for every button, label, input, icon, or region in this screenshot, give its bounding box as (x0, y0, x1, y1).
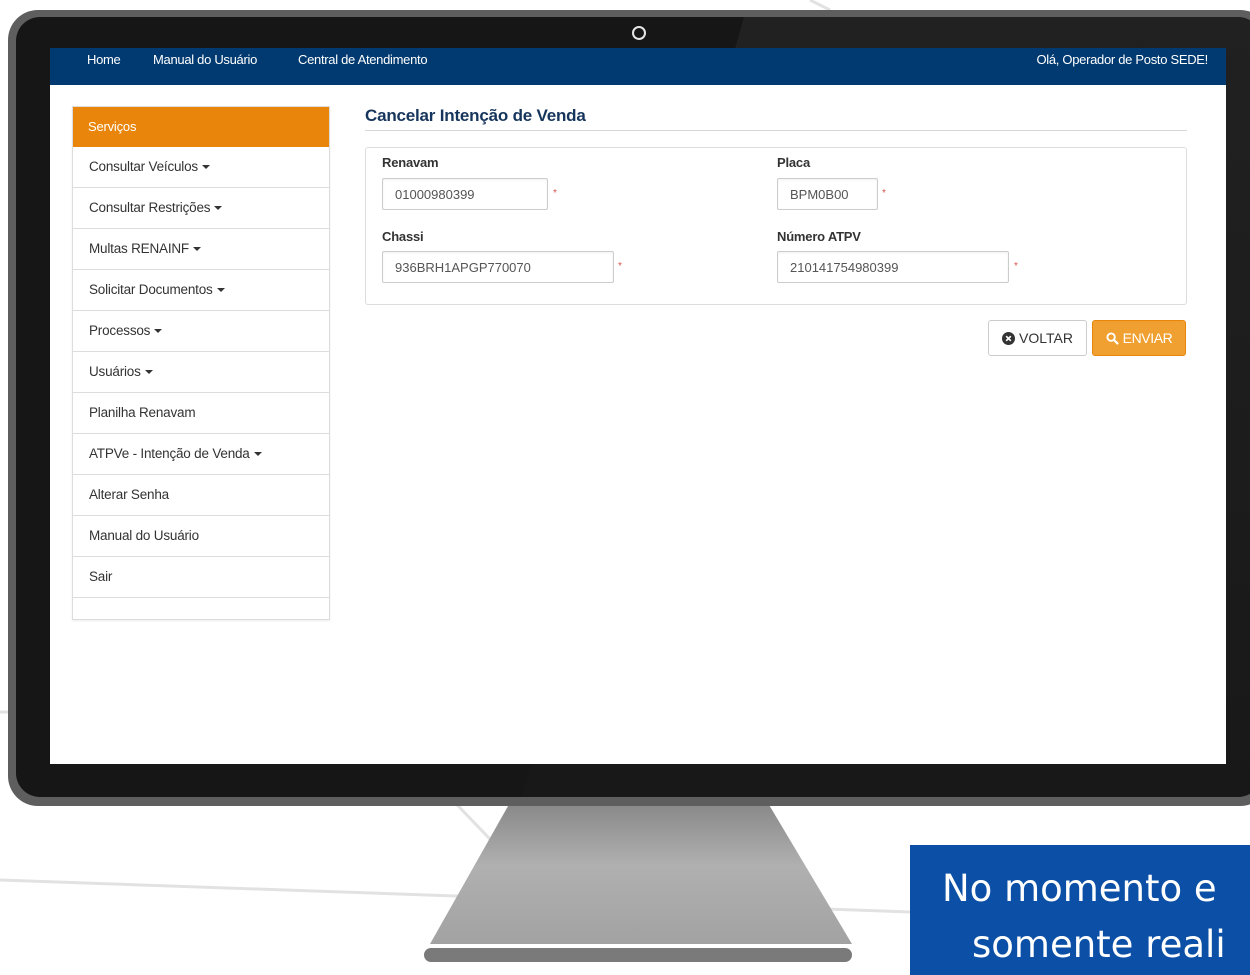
webcam-icon (632, 26, 646, 40)
enviar-label: ENVIAR (1122, 330, 1173, 346)
sidebar-item-consultar-veiculos[interactable]: Consultar Veículos (73, 147, 329, 188)
caret-down-icon (154, 329, 163, 334)
sidebar-item-label: Sair (89, 569, 113, 584)
renavam-input[interactable] (382, 178, 548, 210)
form-panel: Renavam * Placa * Chassi * Número ATPV * (365, 147, 1187, 305)
sidebar-item-label: Multas RENAINF (89, 241, 189, 256)
renavam-label: Renavam (382, 155, 439, 170)
circle-x-icon (1002, 331, 1016, 345)
user-greeting: Olá, Operador de Posto SEDE! (1036, 52, 1208, 67)
caption-line-2: somente reali (972, 923, 1226, 966)
enviar-button[interactable]: ENVIAR (1092, 320, 1186, 356)
caret-down-icon (201, 165, 210, 170)
numero-atpv-label: Número ATPV (777, 229, 861, 244)
voltar-label: VOLTAR (1019, 330, 1073, 346)
nav-home-link[interactable]: Home (87, 52, 121, 67)
sidebar-header[interactable]: Serviços (73, 107, 329, 147)
sidebar-item-solicitar-documentos[interactable]: Solicitar Documentos (73, 270, 329, 311)
caret-down-icon (144, 370, 153, 375)
chassi-required-mark: * (618, 261, 622, 272)
renavam-required-mark: * (553, 188, 557, 199)
sidebar-item-label: Usuários (89, 364, 141, 379)
sidebar-item-label: ATPVe - Intenção de Venda (89, 446, 250, 461)
placa-input[interactable] (777, 178, 878, 210)
sidebar-item-alterar-senha[interactable]: Alterar Senha (73, 475, 329, 516)
placa-label: Placa (777, 155, 810, 170)
nav-manual-link[interactable]: Manual do Usuário (153, 52, 257, 67)
caret-down-icon (192, 247, 201, 252)
sidebar-item-planilha-renavam[interactable]: Planilha Renavam (73, 393, 329, 434)
sidebar-item-label: Manual do Usuário (89, 528, 199, 543)
caret-down-icon (214, 206, 223, 211)
sidebar-item-manual-do-usuario[interactable]: Manual do Usuário (73, 516, 329, 557)
page-title: Cancelar Intenção de Venda (365, 106, 586, 125)
caption-box: No momento e somente reali (910, 845, 1250, 975)
services-sidebar: Serviços Consultar Veículos Consultar Res… (72, 106, 330, 620)
sidebar-item-label: Consultar Restrições (89, 200, 211, 215)
sidebar-item-usuarios[interactable]: Usuários (73, 352, 329, 393)
sidebar-item-sair[interactable]: Sair (73, 557, 329, 598)
sidebar-item-label: Alterar Senha (89, 487, 169, 502)
caret-down-icon (216, 288, 225, 293)
caption-line-1: No momento e (942, 867, 1217, 910)
sidebar-item-multas-renainf[interactable]: Multas RENAINF (73, 229, 329, 270)
sidebar-item-atpve-intencao-de-venda[interactable]: ATPVe - Intenção de Venda (73, 434, 329, 475)
search-icon (1106, 331, 1119, 345)
numero-atpv-input[interactable] (777, 251, 1009, 283)
monitor-screen: Home Manual do Usuário Central de Atendi… (50, 48, 1226, 764)
sidebar-item-label: Processos (89, 323, 151, 338)
sidebar-menu: Consultar Veículos Consultar Restrições Mu… (73, 147, 329, 598)
monitor-stand-base (424, 948, 852, 962)
chassi-input[interactable] (382, 251, 614, 283)
top-navbar: Home Manual do Usuário Central de Atendi… (50, 48, 1226, 85)
nav-central-link[interactable]: Central de Atendimento (298, 52, 428, 67)
sidebar-item-consultar-restricoes[interactable]: Consultar Restrições (73, 188, 329, 229)
sidebar-item-label: Solicitar Documentos (89, 282, 213, 297)
caret-down-icon (253, 452, 262, 457)
sidebar-item-label: Planilha Renavam (89, 405, 196, 420)
title-divider (365, 130, 1187, 131)
sidebar-item-label: Consultar Veículos (89, 159, 198, 174)
placa-required-mark: * (882, 188, 886, 199)
sidebar-item-processos[interactable]: Processos (73, 311, 329, 352)
voltar-button[interactable]: VOLTAR (988, 320, 1087, 356)
chassi-label: Chassi (382, 229, 424, 244)
numero-atpv-required-mark: * (1014, 261, 1018, 272)
